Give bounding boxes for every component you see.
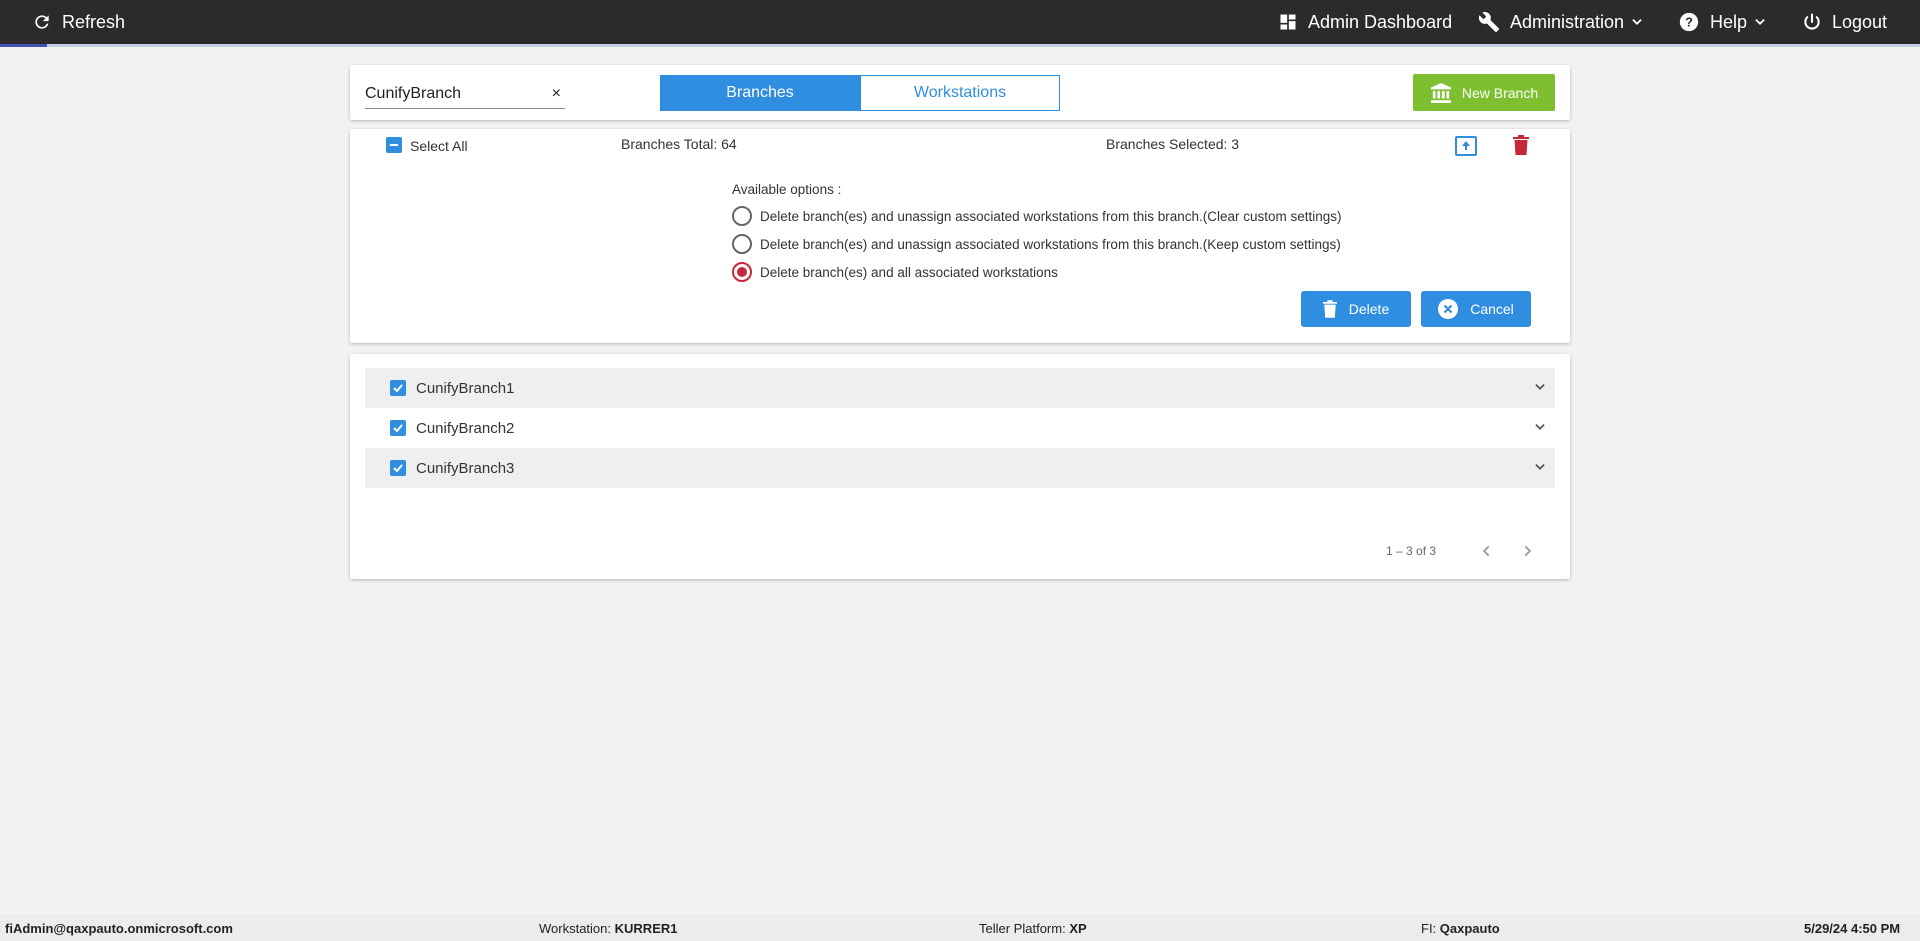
trash-icon[interactable] [1513,135,1529,155]
branch-list-card: CunifyBranch1 CunifyBranch2 CunifyBranch… [350,354,1570,579]
branch-name: CunifyBranch3 [416,459,515,477]
footer-user: fiAdmin@qaxpauto.onmicrosoft.com [5,921,233,936]
branch-name: CunifyBranch2 [416,419,515,437]
radio-button-selected[interactable] [732,262,752,282]
help-label: Help [1710,11,1748,32]
refresh-button[interactable]: Refresh [32,0,125,44]
delete-option-all-workstations[interactable]: Delete branch(es) and all associated wor… [732,262,1058,282]
cancel-button[interactable]: Cancel [1421,291,1531,327]
bulk-actions-card: Select All Branches Total: 64 Branches S… [350,129,1570,343]
footer-datetime: 5/29/24 4:50 PM [1804,921,1901,936]
check-icon [393,424,403,433]
cancel-label: Cancel [1470,301,1514,317]
admin-dashboard-link[interactable]: Admin Dashboard [1278,0,1452,44]
chevron-down-icon [1755,19,1765,25]
row-checkbox[interactable] [390,460,406,476]
footer-platform: Teller Platform: XP [979,921,1087,936]
loading-progress-bar [0,44,1920,47]
administration-menu[interactable]: Administration [1478,0,1644,44]
option-label: Delete branch(es) and unassign associate… [760,208,1342,224]
status-footer: fiAdmin@qaxpauto.onmicrosoft.com Worksta… [0,915,1920,941]
branches-total: Branches Total: 64 [621,136,737,152]
cancel-circle-icon [1438,299,1459,319]
trash-icon [1322,300,1337,318]
tab-workstations[interactable]: Workstations [860,75,1060,111]
indeterminate-icon [390,144,398,146]
admin-dashboard-label: Admin Dashboard [1308,11,1453,32]
check-icon [393,384,403,393]
pagination-range: 1 – 3 of 3 [1386,544,1437,558]
delete-option-clear-settings[interactable]: Delete branch(es) and unassign associate… [732,206,1342,226]
top-navigation-bar: Refresh Admin Dashboard Administration ?… [0,0,1920,47]
svg-text:?: ? [1685,15,1693,30]
branch-toolbar-card: × Branches Workstations New Branch [350,65,1570,120]
chevron-down-icon [1632,19,1642,25]
option-label: Delete branch(es) and all associated wor… [760,264,1058,280]
new-branch-label: New Branch [1461,84,1539,101]
chevron-down-icon[interactable] [1533,460,1547,474]
delete-option-keep-settings[interactable]: Delete branch(es) and unassign associate… [732,234,1341,254]
refresh-icon [35,15,49,29]
delete-button[interactable]: Delete [1301,291,1411,327]
chevron-down-icon[interactable] [1533,380,1547,394]
chevron-down-icon[interactable] [1533,420,1547,434]
row-checkbox[interactable] [390,380,406,396]
clear-search-icon[interactable]: × [552,85,561,103]
list-item[interactable]: CunifyBranch2 [365,408,1555,448]
search-field: × [365,81,565,109]
previous-page-icon[interactable] [1480,543,1494,559]
radio-button[interactable] [732,234,752,254]
radio-button[interactable] [732,206,752,226]
footer-workstation: Workstation: KURRER1 [539,921,678,936]
branches-selected: Branches Selected: 3 [1106,136,1240,152]
branch-name: CunifyBranch1 [416,379,515,397]
dashboard-icon [1280,14,1296,30]
power-icon [1804,13,1820,30]
list-item[interactable]: CunifyBranch3 [365,448,1555,488]
bank-icon [1430,82,1451,103]
export-icon[interactable] [1455,136,1477,156]
option-label: Delete branch(es) and unassign associate… [760,236,1341,252]
list-item[interactable]: CunifyBranch1 [365,368,1555,408]
select-all-checkbox[interactable] [386,137,402,153]
select-all-label: Select All [410,138,468,154]
refresh-label: Refresh [62,11,126,32]
help-icon: ? [1679,12,1699,32]
footer-fi: FI: Qaxpauto [1421,921,1500,936]
check-icon [393,464,403,473]
tab-branches[interactable]: Branches [660,75,860,111]
help-menu[interactable]: ? Help [1678,0,1767,44]
available-options-title: Available options : [732,182,842,197]
administration-label: Administration [1510,11,1625,32]
search-input[interactable] [365,81,535,107]
view-tabs: Branches Workstations [660,75,1060,111]
logout-label: Logout [1832,11,1888,32]
next-page-icon[interactable] [1520,543,1534,559]
logout-button[interactable]: Logout [1802,0,1887,44]
delete-label: Delete [1348,301,1390,317]
wrench-icon [1478,12,1500,33]
row-checkbox[interactable] [390,420,406,436]
new-branch-button[interactable]: New Branch [1413,74,1555,111]
